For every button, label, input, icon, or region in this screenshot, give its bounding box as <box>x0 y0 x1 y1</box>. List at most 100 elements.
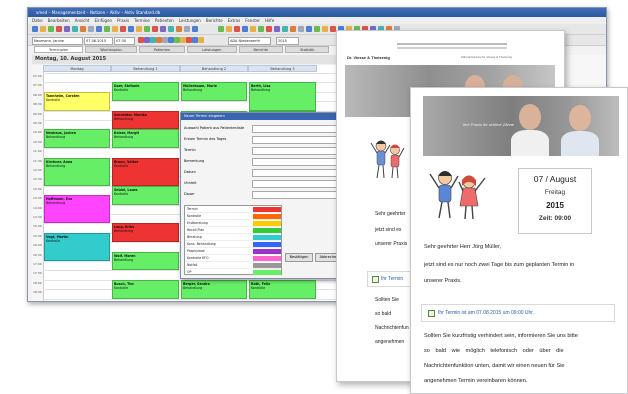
dialog-form-input[interactable] <box>252 125 342 133</box>
toolbar-button-icon[interactable] <box>250 26 256 32</box>
toolbar-button-icon[interactable] <box>128 26 134 32</box>
toolbar-button-icon[interactable] <box>40 26 46 32</box>
menu-item[interactable]: Ansicht <box>75 18 90 23</box>
appointment-block[interactable]: Seidel, Laura Kontrolle <box>112 185 179 205</box>
toolbar-button-icon[interactable] <box>160 26 166 32</box>
back-termin-link[interactable]: Ihr Termin <box>381 276 403 282</box>
menu-item[interactable]: Hilfe <box>265 18 274 23</box>
toolbar-button-icon[interactable] <box>322 26 328 32</box>
appointment-type-item[interactable]: Notfall <box>185 262 281 269</box>
dialog-form-input[interactable] <box>252 136 342 144</box>
appointment-block[interactable]: Busch, Tim Kontrolle <box>112 279 179 299</box>
toolbar-button-icon[interactable] <box>282 26 288 32</box>
toolbar-button-icon[interactable] <box>64 26 70 32</box>
menu-item[interactable]: Fenster <box>245 18 260 23</box>
appointment-block[interactable]: Berth, Lisa Behandlung <box>249 82 316 111</box>
appointment-block[interactable]: Kaiser, Margit Behandlung <box>112 129 179 149</box>
appointment-block[interactable]: Tannheim, Carsten Kontrolle <box>44 91 110 111</box>
appointment-block[interactable]: Lang, Erika Behandlung <box>112 223 179 243</box>
menu-item[interactable]: Extras <box>228 18 241 23</box>
toolbar-button-icon[interactable] <box>96 26 102 32</box>
appointment-type-label: Kontrolle <box>187 214 202 218</box>
date-field[interactable]: 07.08.2015 <box>84 37 113 45</box>
view-tab[interactable]: Berichte <box>238 46 284 53</box>
appointment-block[interactable]: Vogt, Martin Kontrolle <box>44 232 110 261</box>
appointment-block[interactable]: Doer, Stefanie Kontrolle <box>112 82 179 102</box>
toolbar-button-icon[interactable] <box>168 26 174 32</box>
appointment-type-list[interactable]: Termin Kontrolle Erstberatung Recall Plan Be… <box>184 205 282 276</box>
toolbar-button-icon[interactable] <box>32 26 38 32</box>
toolbar-button-icon[interactable] <box>144 26 150 32</box>
toolbar-button-icon[interactable] <box>226 26 232 32</box>
view-tab[interactable]: Terminplan <box>34 46 84 53</box>
menu-item[interactable]: Datei <box>32 18 43 23</box>
patient-field[interactable]: Neumann, Janine <box>32 37 83 45</box>
appointment-type-item[interactable]: Recall Plan <box>185 227 281 234</box>
toolbar-button-icon[interactable] <box>152 26 158 32</box>
toolbar-button-icon[interactable] <box>290 26 296 32</box>
dialog-form-input[interactable] <box>252 180 342 188</box>
appointment-type-item[interactable]: Prophylaxe <box>185 248 281 255</box>
menu-item[interactable]: Einfügen <box>94 18 112 23</box>
menu-item[interactable]: Leistungen <box>179 18 201 23</box>
toolbar-button-icon[interactable] <box>80 26 86 32</box>
appointment-type-item[interactable]: Termin <box>185 206 281 213</box>
toolbar-button-icon[interactable] <box>136 26 142 32</box>
appointment-type: Kontrolle <box>114 285 129 290</box>
dialog-form-input[interactable] <box>252 158 342 166</box>
menu-item[interactable]: Praxis <box>117 18 129 23</box>
appointment-type-item[interactable]: Beratung <box>185 234 281 241</box>
toolbar-button-icon[interactable] <box>192 26 198 32</box>
toolbar-button-icon[interactable] <box>298 26 304 32</box>
appointment-type-item[interactable]: Erstberatung <box>185 220 281 227</box>
appointment-block[interactable]: Hoffmann, Eva Behandlung <box>44 195 110 224</box>
menu-item[interactable]: Patienten <box>155 18 174 23</box>
termin-link[interactable]: Ihr Termin ist am 07.08.2015 um 09:00 Uh… <box>438 310 534 316</box>
toolbar-button-icon[interactable] <box>120 26 126 32</box>
appointment-type-item[interactable]: Kontrolle KFO <box>185 255 281 262</box>
toolbar-button-icon[interactable] <box>112 26 118 32</box>
confirm-button[interactable]: Bestätigen <box>285 253 313 262</box>
appointment-type-item[interactable]: OP <box>185 269 281 276</box>
toolbar-button-icon[interactable] <box>218 26 224 32</box>
view-tab[interactable]: Wochenplan <box>85 46 137 53</box>
time-field[interactable]: 07:30 <box>114 37 135 45</box>
appointment-block[interactable]: Neuhaus, Jochen Behandlung <box>44 129 110 149</box>
toolbar-button-icon[interactable] <box>266 26 272 32</box>
menu-item[interactable]: Berichte <box>206 18 223 23</box>
letter-greeting: Sehr geehrter Herr Jörg Müller, <box>424 244 502 250</box>
toolbar-button-icon[interactable] <box>104 26 110 32</box>
appointment-block[interactable]: Schneider, Monika Behandlung <box>112 110 179 130</box>
view-tab[interactable]: Patienten <box>138 46 186 53</box>
toolbar-button-icon[interactable] <box>88 26 94 32</box>
dialog-form-input[interactable] <box>252 169 342 177</box>
toolbar-button-icon[interactable] <box>242 26 248 32</box>
appointment-block[interactable]: Roth, Felix Kontrolle <box>249 279 316 299</box>
toolbar-button-icon[interactable] <box>274 26 280 32</box>
room-field[interactable]: ADA Niederwerth <box>228 37 271 45</box>
toolbar-button-icon[interactable] <box>198 37 204 43</box>
toolbar-button-icon[interactable] <box>234 26 240 32</box>
toolbar-button-icon[interactable] <box>56 26 62 32</box>
view-tab[interactable]: Statistik <box>285 46 330 53</box>
appointment-type-item[interactable]: Kons. Behandlung <box>185 241 281 248</box>
menu-item[interactable]: Termine <box>134 18 150 23</box>
appointment-block[interactable]: Müllerbaum, Marie Behandlung <box>181 82 247 102</box>
count-field[interactable]: 2015 <box>276 37 299 45</box>
menu-item[interactable]: Bearbeiten <box>48 18 70 23</box>
toolbar-button-icon[interactable] <box>306 26 312 32</box>
appointment-block[interactable]: Kirchner, Anna Behandlung <box>44 157 110 186</box>
toolbar-button-icon[interactable] <box>314 26 320 32</box>
view-tab[interactable]: Leistungen <box>187 46 237 53</box>
toolbar-button-icon[interactable] <box>72 26 78 32</box>
toolbar-button-icon[interactable] <box>176 26 182 32</box>
appointment-block[interactable]: Braun, Volker Kontrolle <box>112 157 179 186</box>
appointment-block[interactable]: Berger, Sandra Behandlung <box>181 279 247 299</box>
dialog-form-input[interactable] <box>252 191 342 199</box>
toolbar-button-icon[interactable] <box>48 26 54 32</box>
dialog-form-input[interactable] <box>252 147 342 155</box>
appointment-type-item[interactable]: Kontrolle <box>185 213 281 220</box>
toolbar-button-icon[interactable] <box>184 26 190 32</box>
appointment-block[interactable]: Wolf, Maren Behandlung <box>112 251 179 271</box>
toolbar-button-icon[interactable] <box>258 26 264 32</box>
